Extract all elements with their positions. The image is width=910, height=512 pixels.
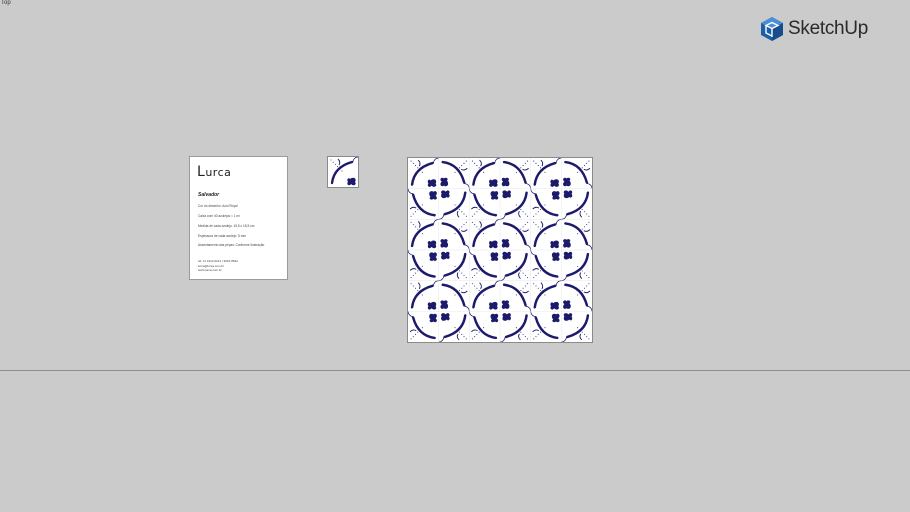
single-tile-sample[interactable]	[328, 157, 358, 187]
card-spec-line: Cor do desenho: Azul Royal	[198, 204, 238, 208]
card-website: www.lurca.com.br	[198, 268, 222, 272]
card-spec-line: Caixa com 40 azulejos = 1 m²	[198, 214, 241, 218]
model-viewport[interactable]: Top SketchUp Lurca Salvador Cor do desen…	[0, 0, 910, 512]
card-spec-line: Assentamento das peças: Conforme Ilustra…	[198, 243, 265, 247]
sketchup-logo-icon	[761, 17, 783, 41]
card-product-title: Salvador	[198, 192, 220, 198]
sketchup-wordmark: SketchUp	[788, 18, 868, 39]
product-info-card[interactable]: Lurca Salvador Cor do desenho: Azul Roya…	[190, 157, 287, 279]
card-brand: Lurca	[197, 163, 231, 182]
card-spec-line: Medida de cada azulejo: 15,5 x 15,5 cm	[198, 224, 255, 228]
card-brand-rest: urca	[205, 166, 232, 179]
card-spec-line: Espessura de cada azulejo: 5 mm	[198, 234, 247, 238]
view-name-label: Top	[1, 0, 11, 6]
sketchup-logo: SketchUp	[760, 15, 884, 43]
card-contact-block: tel: 11 3412-0212 | 9601-8842 lurca@lurc…	[198, 259, 238, 273]
tile-pattern-panel[interactable]	[408, 158, 592, 342]
ground-horizon-line	[0, 370, 910, 371]
card-phone: tel: 11 3412-0212 | 9601-8842	[198, 259, 238, 263]
